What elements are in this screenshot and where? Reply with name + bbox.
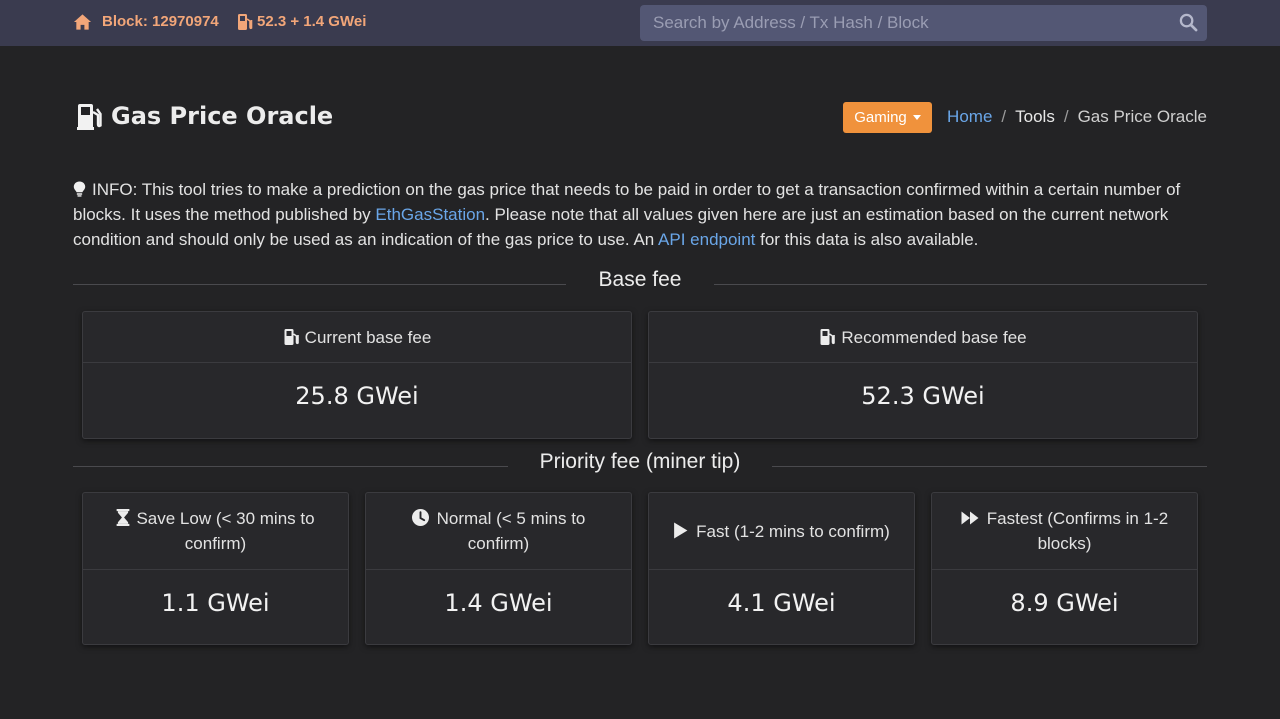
card-label: Current base fee — [304, 327, 432, 347]
recommended-base-fee-value: 52.3 GWei — [861, 382, 985, 410]
ethgasstation-link[interactable]: EthGasStation — [375, 205, 485, 224]
recommended-base-fee-card: Recommended base fee 52.3 GWei — [648, 311, 1198, 439]
caret-down-icon — [912, 115, 921, 120]
priority-fee-heading: Priority fee (miner tip) — [539, 450, 741, 473]
gas-pump-icon — [284, 329, 299, 345]
top-navbar: Block: 12970974 52.3 + 1.4 GWei — [0, 0, 1280, 46]
lightbulb-icon — [73, 181, 86, 197]
priority-fee-section-divider: Priority fee (miner tip) — [73, 448, 1207, 478]
card-header-text: Normal (< 5 mins to confirm) — [390, 506, 607, 556]
card-label: Fastest (Confirms in 1-2 blocks) — [986, 509, 1169, 553]
card-header: Current base fee — [83, 312, 631, 363]
breadcrumb: Home / Tools / Gas Price Oracle — [947, 107, 1207, 127]
gas-pump-icon — [77, 104, 102, 130]
card-header-text: Fastest (Confirms in 1-2 blocks) — [956, 506, 1173, 556]
breadcrumb-home[interactable]: Home — [947, 107, 992, 127]
normal-card: Normal (< 5 mins to confirm) 1.4 GWei — [365, 492, 632, 645]
gas-pump-icon — [820, 329, 836, 345]
breadcrumb-current: Gas Price Oracle — [1077, 107, 1207, 126]
current-base-fee-value: 25.8 GWei — [295, 382, 419, 410]
breadcrumb-separator: / — [1063, 107, 1069, 126]
card-header-text: Fast (1-2 mins to confirm) — [673, 519, 890, 544]
breadcrumb-separator: / — [1001, 107, 1007, 126]
hourglass-icon — [117, 509, 130, 526]
clock-icon — [411, 509, 429, 526]
gas-pump-icon — [238, 14, 253, 30]
fast-value: 4.1 GWei — [727, 589, 836, 617]
base-fee-heading: Base fee — [598, 268, 682, 291]
card-header: Fastest (Confirms in 1-2 blocks) — [932, 493, 1197, 570]
api-endpoint-link[interactable]: API endpoint — [658, 230, 755, 249]
card-header: Save Low (< 30 mins to confirm) — [83, 493, 348, 570]
current-base-fee-card: Current base fee 25.8 GWei — [82, 311, 632, 439]
fastest-card: Fastest (Confirms in 1-2 blocks) 8.9 GWe… — [931, 492, 1198, 645]
card-header-text: Save Low (< 30 mins to confirm) — [107, 506, 324, 556]
save-low-value: 1.1 GWei — [161, 589, 270, 617]
card-label: Fast (1-2 mins to confirm) — [696, 521, 890, 541]
gaming-dropdown-label: Gaming — [854, 109, 907, 126]
card-header: Normal (< 5 mins to confirm) — [366, 493, 631, 570]
gaming-dropdown-button[interactable]: Gaming — [843, 102, 932, 133]
base-fee-section-divider: Base fee — [73, 266, 1207, 296]
fast-card: Fast (1-2 mins to confirm) 4.1 GWei — [648, 492, 915, 645]
normal-value: 1.4 GWei — [444, 589, 553, 617]
card-label: Save Low (< 30 mins to confirm) — [136, 509, 315, 553]
search-input[interactable] — [640, 5, 1170, 41]
fast-forward-icon — [961, 511, 979, 525]
home-icon[interactable] — [73, 13, 92, 31]
breadcrumb-tools: Tools — [1015, 107, 1055, 126]
block-number[interactable]: Block: 12970974 — [102, 13, 219, 30]
card-header: Fast (1-2 mins to confirm) — [649, 493, 914, 570]
card-label: Normal (< 5 mins to confirm) — [436, 509, 586, 553]
page-title: Gas Price Oracle — [111, 102, 334, 130]
gas-price-summary: 52.3 + 1.4 GWei — [257, 13, 367, 30]
card-header: Recommended base fee — [649, 312, 1197, 363]
search-box — [640, 5, 1207, 41]
fastest-value: 8.9 GWei — [1010, 589, 1119, 617]
search-icon[interactable] — [1179, 13, 1198, 32]
info-text: INFO: This tool tries to make a predicti… — [73, 177, 1208, 252]
play-icon — [674, 522, 688, 538]
card-label: Recommended base fee — [841, 327, 1027, 347]
info-text-part3: for this data is also available. — [755, 230, 979, 249]
save-low-card: Save Low (< 30 mins to confirm) 1.1 GWei — [82, 492, 349, 645]
